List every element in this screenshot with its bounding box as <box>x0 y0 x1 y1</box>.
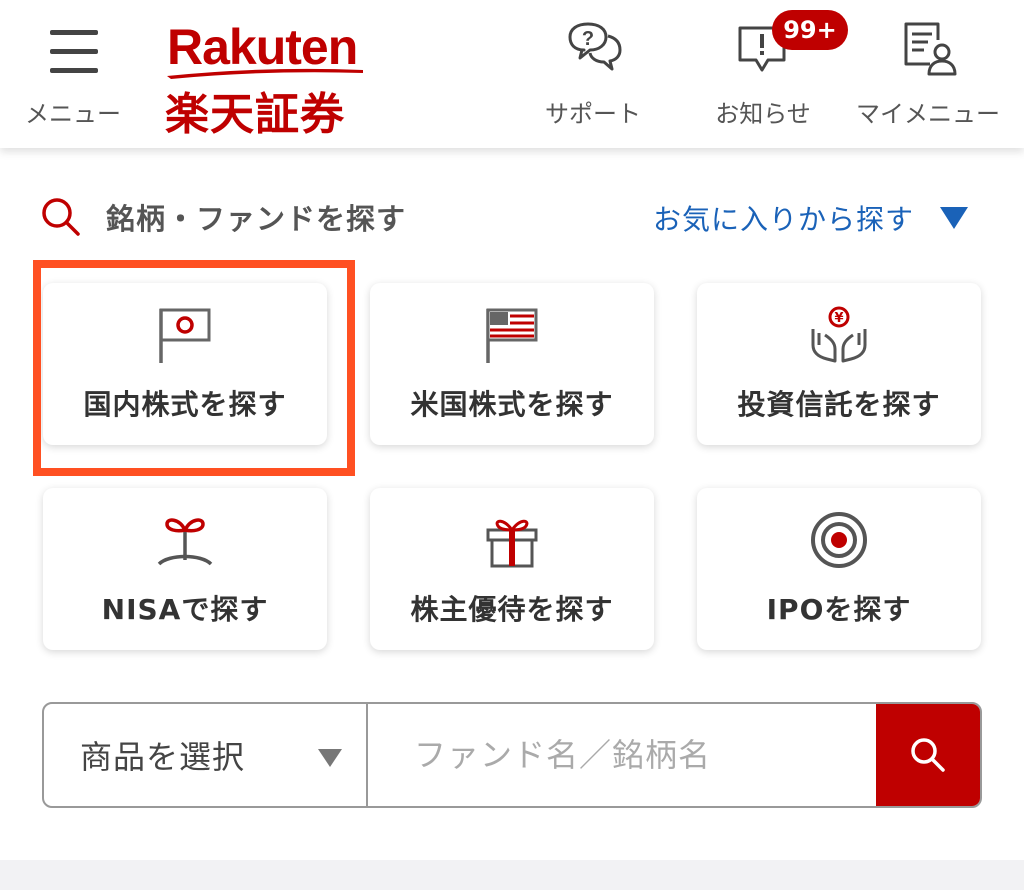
logo-text-jp: 楽天証券 <box>165 89 345 140</box>
card-label: 株主優待を探す <box>410 593 614 626</box>
search-button[interactable] <box>876 704 980 806</box>
notification-count-badge: 99+ <box>772 10 848 50</box>
search-icon <box>42 198 80 236</box>
app-header: メニュー Rakuten 楽天証券 ? サポート お知らせ 99+ マイメニュー <box>0 0 1024 148</box>
card-ipo[interactable]: IPOを探す <box>697 488 981 650</box>
japan-flag-icon <box>159 308 211 363</box>
us-flag-icon <box>486 308 538 363</box>
product-search-bar: 商品を選択 <box>42 702 982 808</box>
card-label: 米国株式を探す <box>410 388 614 421</box>
card-label: NISAで探す <box>101 593 269 626</box>
mymenu-button[interactable]: マイメニュー <box>852 0 1004 148</box>
hamburger-icon <box>50 30 98 74</box>
select-arrow-icon <box>318 749 342 767</box>
rakuten-securities-logo[interactable]: Rakuten 楽天証券 <box>165 18 370 140</box>
card-investment-trusts[interactable]: ¥ 投資信託を探す <box>697 283 981 445</box>
support-label: サポート <box>545 100 641 128</box>
card-label: 投資信託を探す <box>737 388 941 421</box>
sprout-icon <box>157 518 213 566</box>
search-input[interactable] <box>370 704 878 806</box>
favorites-search-link[interactable]: お気に入りから探す <box>653 198 968 238</box>
support-chat-icon: ? <box>568 22 622 71</box>
svg-text:¥: ¥ <box>834 311 843 326</box>
favorites-link-label: お気に入りから探す <box>652 203 914 236</box>
product-select[interactable]: 商品を選択 <box>44 704 368 806</box>
gift-icon <box>486 519 538 568</box>
dropdown-triangle-icon <box>940 207 968 229</box>
page-footer-band <box>0 860 1024 890</box>
news-label: お知らせ <box>715 100 811 128</box>
menu-button[interactable]: メニュー <box>20 0 126 148</box>
menu-label: メニュー <box>25 100 121 128</box>
user-document-icon <box>904 22 957 76</box>
card-domestic-stocks[interactable]: 国内株式を探す <box>43 283 327 445</box>
card-shareholder-benefits[interactable]: 株主優待を探す <box>370 488 654 650</box>
section-title-text: 銘柄・ファンドを探す <box>106 202 407 236</box>
support-button[interactable]: ? サポート <box>538 0 648 148</box>
search-icon <box>911 738 945 772</box>
target-icon <box>811 512 867 568</box>
card-label: 国内株式を探す <box>83 388 287 421</box>
card-nisa[interactable]: NISAで探す <box>43 488 327 650</box>
search-section-title: 銘柄・ファンドを探す <box>40 196 406 238</box>
hands-yen-icon: ¥ <box>811 306 867 363</box>
card-label: IPOを探す <box>766 593 912 626</box>
svg-text:?: ? <box>582 28 594 50</box>
product-select-value: 商品を選択 <box>80 738 246 776</box>
card-us-stocks[interactable]: 米国株式を探す <box>370 283 654 445</box>
mymenu-label: マイメニュー <box>856 100 1000 128</box>
